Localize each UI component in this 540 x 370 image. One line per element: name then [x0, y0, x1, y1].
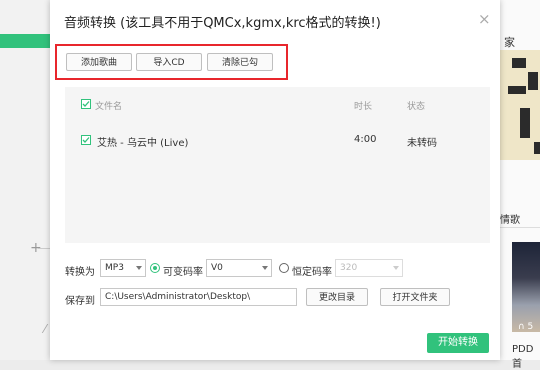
chevron-down-icon — [393, 266, 399, 270]
background-app-left: + ⁄ — [0, 0, 50, 360]
chevron-down-icon — [136, 266, 142, 270]
background-header-text: 家 — [504, 36, 515, 49]
song-row-name: 艾热 - 乌云中 (Live) — [97, 138, 189, 149]
vbr-radio[interactable] — [150, 263, 160, 273]
song-row-status: 未转码 — [407, 138, 437, 149]
format-select[interactable]: MP3 — [100, 259, 146, 277]
change-directory-button[interactable]: 更改目录 — [306, 288, 368, 306]
chevron-down-icon — [262, 266, 268, 270]
song-row-duration: 4:00 — [354, 134, 377, 145]
dialog-title: 音频转换 (该工具不用于QMCx,kgmx,krc格式的转换!) — [64, 16, 381, 31]
cbr-radio[interactable] — [279, 263, 289, 273]
close-icon[interactable]: × — [478, 10, 491, 28]
column-header-duration: 时长 — [354, 102, 373, 112]
background-slash-icon: ⁄ — [44, 322, 47, 336]
background-album-cover[interactable] — [512, 242, 540, 332]
start-convert-button[interactable]: 开始转换 — [427, 333, 489, 353]
vbr-label: 可变码率 — [163, 267, 203, 278]
audio-convert-dialog: 音频转换 (该工具不用于QMCx,kgmx,krc格式的转换!) × 添加歌曲 … — [50, 0, 500, 360]
vbr-select-value: V0 — [211, 263, 223, 273]
save-to-label: 保存到 — [65, 296, 95, 307]
background-section-title: 情歌 — [500, 215, 520, 226]
vbr-select[interactable]: V0 — [206, 259, 272, 277]
song-list-panel: 文件名 时长 状态 艾热 - 乌云中 (Live) 4:00 未转码 — [65, 87, 490, 243]
highlight-box — [55, 44, 288, 80]
convert-to-label: 转换为 — [65, 267, 95, 278]
column-header-filename: 文件名 — [95, 102, 123, 112]
format-select-value: MP3 — [105, 263, 124, 273]
song-row-checkbox[interactable] — [81, 135, 91, 145]
background-divider — [38, 248, 50, 249]
background-album-caption: PDD首 — [512, 344, 534, 370]
cbr-label: 恒定码率 — [292, 267, 332, 278]
column-header-status: 状态 — [407, 102, 426, 112]
cbr-select-value: 320 — [340, 263, 358, 273]
background-poster-image — [498, 50, 540, 160]
background-album-count: ∩ 5 — [518, 322, 534, 332]
select-all-checkbox[interactable] — [81, 99, 91, 109]
save-path-field[interactable]: C:\Users\Administrator\Desktop\ — [100, 288, 297, 306]
background-green-bar — [0, 34, 50, 48]
open-folder-button[interactable]: 打开文件夹 — [380, 288, 450, 306]
cbr-select[interactable]: 320 — [335, 259, 403, 277]
